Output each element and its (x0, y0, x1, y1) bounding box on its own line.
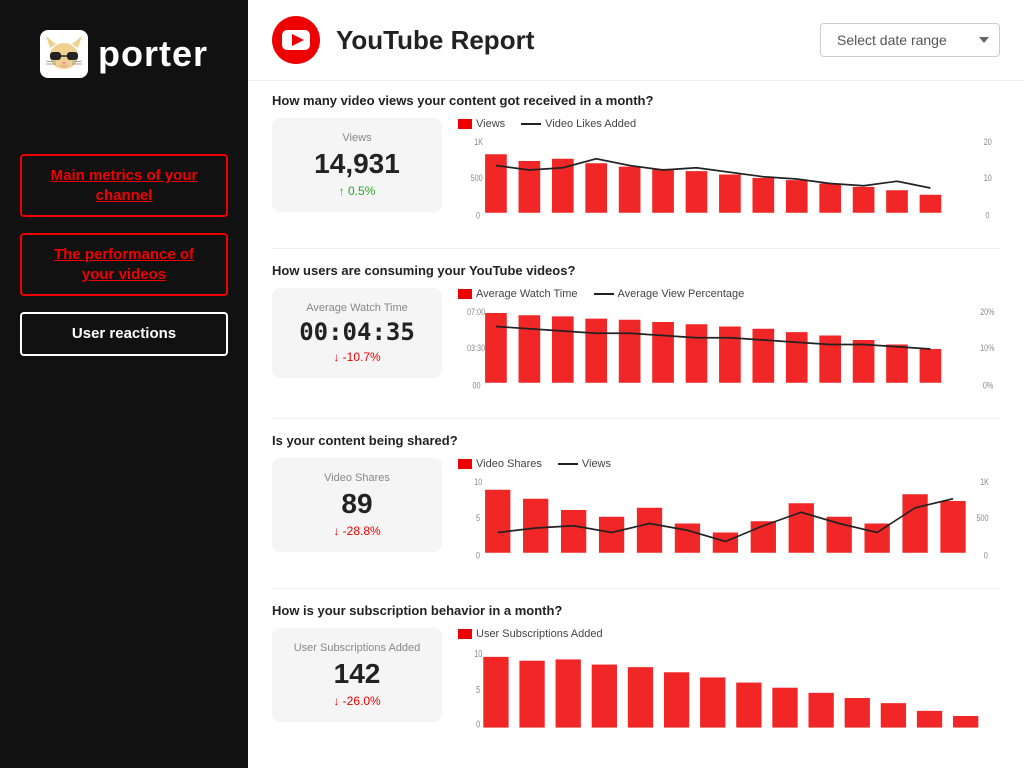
views-question: How many video views your content got re… (272, 93, 1000, 108)
youtube-logo-icon (272, 16, 320, 64)
views-section: How many video views your content got re… (248, 81, 1024, 246)
sh-legend-line-item: Views (558, 458, 611, 470)
svg-text:0: 0 (476, 718, 480, 730)
sh-legend-bar-item: Video Shares (458, 458, 542, 470)
views-legend-line-item: Video Likes Added (521, 118, 636, 130)
watch-time-chart-area: Average Watch Time Average View Percenta… (458, 288, 1000, 408)
subscriptions-section: How is your subscription behavior in a m… (248, 591, 1024, 756)
wt-bar-icon (458, 289, 472, 299)
subscriptions-metric-card: User Subscriptions Added 142 ↓ -26.0% (272, 628, 442, 722)
shares-question: Is your content being shared? (272, 433, 1000, 448)
watch-time-metric-value: 00:04:35 (288, 318, 426, 346)
svg-text:07:00: 07:00 (467, 308, 485, 318)
logo-area: porter (40, 30, 208, 78)
subscriptions-chart-legend: User Subscriptions Added (458, 628, 1000, 640)
watch-time-question: How users are consuming your YouTube vid… (272, 263, 1000, 278)
nav-main-metrics[interactable]: Main metrics of your channel (20, 154, 228, 217)
sidebar: porter Main metrics of your channel The … (0, 0, 248, 768)
nav-user-reactions[interactable]: User reactions (20, 312, 228, 356)
svg-text:500: 500 (471, 174, 483, 184)
logo-text: porter (98, 33, 208, 75)
subscriptions-chart: 10 5 0 (458, 644, 1000, 734)
main-content: YouTube Report Select date range How man… (248, 0, 1024, 768)
subscriptions-chart-area: User Subscriptions Added 10 5 0 (458, 628, 1000, 748)
svg-text:10: 10 (474, 648, 482, 660)
svg-text:00: 00 (472, 381, 480, 391)
shares-chart-legend: Video Shares Views (458, 458, 1000, 470)
views-chart-area: Views Video Likes Added 1K 500 0 20 10 0 (458, 118, 1000, 238)
svg-text:0: 0 (476, 551, 480, 561)
sub-legend-bar-item: User Subscriptions Added (458, 628, 603, 640)
watch-time-metric-card: Average Watch Time 00:04:35 ↓ -10.7% (272, 288, 442, 378)
watch-time-chart: 07:00 03:30 00 20% 10% 0% (458, 304, 1000, 394)
svg-text:500: 500 (977, 514, 989, 524)
watch-time-metric-change: ↓ -10.7% (288, 350, 426, 364)
subscriptions-metric-value: 142 (288, 658, 426, 690)
shares-metric-change: ↓ -28.8% (288, 524, 426, 538)
svg-text:5: 5 (476, 684, 480, 696)
svg-text:0: 0 (476, 211, 480, 221)
shares-chart: 10 5 0 1K 500 0 (458, 474, 1000, 564)
views-chart: 1K 500 0 20 10 0 (458, 134, 1000, 224)
views-bar-icon (458, 119, 472, 129)
views-chart-legend: Views Video Likes Added (458, 118, 1000, 130)
wt-legend-bar-item: Average Watch Time (458, 288, 578, 300)
subscriptions-question: How is your subscription behavior in a m… (272, 603, 1000, 618)
watch-time-section: How users are consuming your YouTube vid… (248, 251, 1024, 416)
shares-chart-area: Video Shares Views 10 5 0 1K 500 0 (458, 458, 1000, 578)
header: YouTube Report Select date range (248, 0, 1024, 81)
svg-text:1K: 1K (474, 138, 483, 148)
svg-text:20%: 20% (980, 308, 994, 318)
views-metric-card: Views 14,931 ↑ 0.5% (272, 118, 442, 212)
wt-line-icon (594, 293, 614, 295)
svg-text:03:30: 03:30 (467, 344, 485, 354)
svg-text:0%: 0% (983, 381, 993, 391)
logo-icon (40, 30, 88, 78)
sh-line-icon (558, 463, 578, 465)
views-metric-change: ↑ 0.5% (288, 184, 426, 198)
svg-text:10: 10 (984, 174, 992, 184)
views-line-icon (521, 123, 541, 125)
watch-time-chart-legend: Average Watch Time Average View Percenta… (458, 288, 1000, 300)
watch-time-metric-label: Average Watch Time (288, 302, 426, 314)
shares-metric-value: 89 (288, 488, 426, 520)
svg-text:20: 20 (984, 138, 992, 148)
sub-bar-icon (458, 629, 472, 639)
svg-text:10%: 10% (980, 344, 994, 354)
wt-legend-line-item: Average View Percentage (594, 288, 745, 300)
subscriptions-metric-label: User Subscriptions Added (288, 642, 426, 654)
svg-text:1K: 1K (980, 478, 989, 488)
views-metric-value: 14,931 (288, 148, 426, 180)
views-metric-label: Views (288, 132, 426, 144)
shares-metric-card: Video Shares 89 ↓ -28.8% (272, 458, 442, 552)
sh-bar-icon (458, 459, 472, 469)
svg-text:5: 5 (476, 514, 480, 524)
date-range-select[interactable]: Select date range (820, 23, 1000, 57)
nav-video-performance[interactable]: The performance of your videos (20, 233, 228, 296)
shares-section: Is your content being shared? Video Shar… (248, 421, 1024, 586)
subscriptions-metric-change: ↓ -26.0% (288, 694, 426, 708)
svg-text:0: 0 (986, 211, 990, 221)
views-legend-bar-item: Views (458, 118, 505, 130)
svg-text:10: 10 (474, 478, 482, 488)
page-title: YouTube Report (336, 25, 804, 56)
svg-text:0: 0 (984, 551, 988, 561)
shares-metric-label: Video Shares (288, 472, 426, 484)
